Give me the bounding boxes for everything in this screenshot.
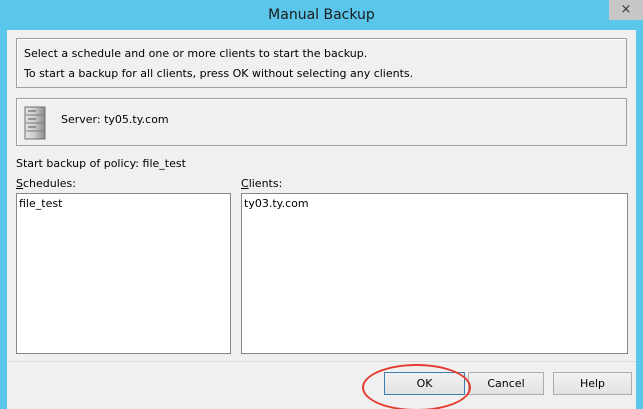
manual-backup-window: Manual Backup × Select a schedule and on… [0,0,643,409]
title-bar[interactable]: Manual Backup × [0,0,643,30]
dialog-body: Select a schedule and one or more client… [7,30,636,409]
client-item[interactable]: ty03.ty.com [244,197,309,210]
schedules-label-accesskey: S [16,177,23,190]
schedules-list[interactable]: file_test [16,193,231,354]
schedule-item[interactable]: file_test [19,197,62,210]
instruction-line-1: Select a schedule and one or more client… [24,47,368,60]
cancel-button[interactable]: Cancel [468,372,544,395]
close-icon: × [620,2,632,17]
clients-label-accesskey: C [241,177,249,190]
schedules-label-rest: chedules: [22,177,76,190]
policy-name: file_test [142,157,186,170]
instructions-panel: Select a schedule and one or more client… [16,38,627,88]
schedules-label: Schedules: [16,177,76,190]
ok-button[interactable]: OK [384,372,465,395]
policy-label: Start backup of policy: [16,157,140,170]
footer-divider [7,361,636,362]
server-name: Server: ty05.ty.com [61,113,169,126]
close-button[interactable]: × [609,0,643,20]
server-panel: Server: ty05.ty.com [16,98,627,146]
clients-label-rest: lients: [248,177,283,190]
instruction-line-2: To start a backup for all clients, press… [24,67,414,80]
clients-list[interactable]: ty03.ty.com [241,193,628,354]
policy-line: Start backup of policy: file_test [16,157,186,170]
window-title: Manual Backup [268,7,375,23]
server-icon [24,106,46,140]
clients-label: Clients: [241,177,282,190]
help-button[interactable]: Help [553,372,632,395]
